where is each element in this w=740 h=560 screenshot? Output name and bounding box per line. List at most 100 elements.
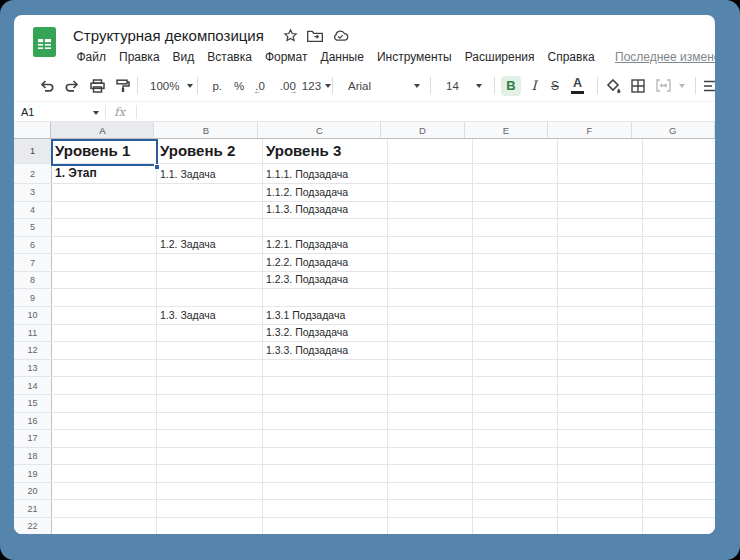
cell-D12[interactable] [388,342,473,359]
cell-C15[interactable] [263,395,388,412]
cell-D20[interactable] [388,483,473,500]
italic-button[interactable]: I [528,78,540,93]
strikethrough-button[interactable]: S [548,79,562,93]
cell-C7[interactable]: 1.2.2. Подзадача [263,254,388,271]
cell-B10[interactable]: 1.3. Задача [157,307,263,324]
select-all-corner[interactable] [14,122,51,138]
cell-A6[interactable] [52,237,157,254]
cell-D18[interactable] [388,448,473,465]
cell-D21[interactable] [388,500,473,517]
cell-B3[interactable] [157,184,263,201]
cell-C21[interactable] [263,500,388,517]
menu-3[interactable]: Вид [166,50,201,64]
cell-B13[interactable] [157,360,263,377]
cell-F16[interactable] [558,413,643,430]
cell-C11[interactable]: 1.3.2. Подзадача [263,325,388,342]
cell-A1[interactable]: Уровень 1 [52,139,157,163]
row-header-13[interactable]: 13 [14,360,52,377]
cell-C19[interactable] [263,465,388,482]
cell-A14[interactable] [52,377,157,394]
star-icon[interactable] [283,28,298,43]
row-header-8[interactable]: 8 [14,272,52,289]
row-header-19[interactable]: 19 [14,465,52,482]
cell-E13[interactable] [473,360,558,377]
cell-B19[interactable] [157,465,263,482]
cell-A16[interactable] [52,413,157,430]
cell-G18[interactable] [643,448,715,465]
cell-D10[interactable] [388,307,473,324]
cell-A2[interactable]: 1. Этап [52,164,157,183]
row-header-3[interactable]: 3 [14,184,52,201]
cell-E22[interactable] [473,518,558,534]
row-header-4[interactable]: 4 [14,202,52,219]
cell-F2[interactable] [558,164,643,183]
cell-A8[interactable] [52,272,157,289]
cell-G14[interactable] [643,377,715,394]
cell-B14[interactable] [157,377,263,394]
cell-F21[interactable] [558,500,643,517]
cell-B5[interactable] [157,219,263,236]
cell-G15[interactable] [643,395,715,412]
cell-F9[interactable] [558,289,643,306]
cell-B21[interactable] [157,500,263,517]
cell-D8[interactable] [388,272,473,289]
cell-E11[interactable] [473,325,558,342]
cell-D17[interactable] [388,430,473,447]
cell-E16[interactable] [473,413,558,430]
cell-E1[interactable] [473,139,558,163]
cell-A22[interactable] [52,518,157,534]
cell-G7[interactable] [643,254,715,271]
cell-A5[interactable] [52,219,157,236]
font-size-select[interactable]: 14 [446,80,482,92]
row-header-18[interactable]: 18 [14,448,52,465]
decrease-decimals-button[interactable]: .0← [255,80,265,92]
cell-F1[interactable] [558,139,643,163]
cell-A15[interactable] [52,395,157,412]
cell-C6[interactable]: 1.2.1. Подзадача [263,237,388,254]
cell-E10[interactable] [473,307,558,324]
cell-E19[interactable] [473,465,558,482]
row-header-12[interactable]: 12 [14,342,52,359]
cell-D3[interactable] [388,184,473,201]
cell-F3[interactable] [558,184,643,201]
row-header-20[interactable]: 20 [14,483,52,500]
cell-D19[interactable] [388,465,473,482]
cell-E18[interactable] [473,448,558,465]
row-header-17[interactable]: 17 [14,430,52,447]
cell-E2[interactable] [473,164,558,183]
cell-A20[interactable] [52,483,157,500]
menu-2[interactable]: Правка [113,50,167,64]
cell-G5[interactable] [643,219,715,236]
bold-button[interactable]: B [501,76,521,96]
cell-C18[interactable] [263,448,388,465]
cell-E5[interactable] [473,219,558,236]
cell-F12[interactable] [558,342,643,359]
cell-G19[interactable] [643,465,715,482]
cell-C17[interactable] [263,430,388,447]
cell-A17[interactable] [52,430,157,447]
row-header-15[interactable]: 15 [14,395,52,412]
cell-E4[interactable] [473,202,558,219]
cell-F7[interactable] [558,254,643,271]
name-box-caret-icon[interactable] [93,111,99,115]
cell-E20[interactable] [473,483,558,500]
cell-G17[interactable] [643,430,715,447]
cell-C22[interactable] [263,518,388,534]
cell-D1[interactable] [388,139,473,163]
cell-B1[interactable]: Уровень 2 [157,139,263,163]
cell-G4[interactable] [643,202,715,219]
column-header-E[interactable]: E [465,122,548,138]
cell-C4[interactable]: 1.1.3. Подзадача [263,202,388,219]
cell-E7[interactable] [473,254,558,271]
cell-C3[interactable]: 1.1.2. Подзадача [263,184,388,201]
fill-color-button[interactable] [606,79,621,93]
cell-D6[interactable] [388,237,473,254]
row-header-9[interactable]: 9 [14,289,52,306]
merge-cells-button[interactable] [656,79,685,92]
cell-F6[interactable] [558,237,643,254]
row-header-11[interactable]: 11 [14,325,52,342]
cell-D14[interactable] [388,377,473,394]
cell-G10[interactable] [643,307,715,324]
cell-G11[interactable] [643,325,715,342]
column-header-C[interactable]: C [258,122,381,138]
